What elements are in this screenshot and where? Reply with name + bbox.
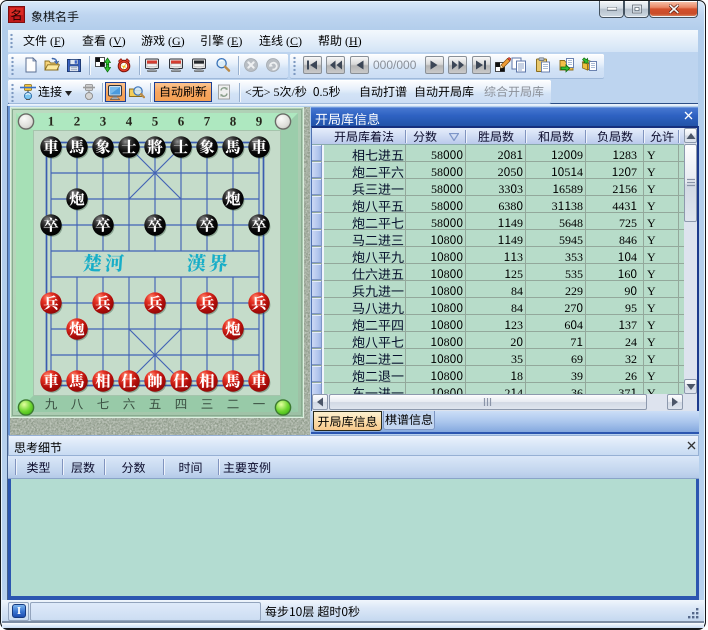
svg-text:六: 六: [123, 394, 136, 413]
svg-text:七: 七: [97, 394, 110, 413]
svg-text:馬: 馬: [225, 370, 240, 392]
svg-text:相: 相: [199, 370, 214, 392]
svg-text:仕: 仕: [121, 370, 137, 392]
svg-text:名: 名: [10, 7, 22, 24]
svg-text:八: 八: [71, 394, 84, 413]
svg-text:車: 車: [43, 136, 58, 158]
svg-text:1: 1: [48, 114, 55, 129]
svg-text:兵: 兵: [147, 292, 162, 314]
svg-text:卒: 卒: [43, 214, 59, 236]
svg-text:馬: 馬: [225, 136, 240, 158]
svg-text:士: 士: [173, 136, 188, 158]
svg-text:車: 車: [251, 136, 266, 158]
svg-text:炮: 炮: [225, 188, 241, 210]
svg-text:5: 5: [152, 114, 159, 129]
svg-text:仕: 仕: [173, 370, 189, 392]
svg-text:相: 相: [95, 370, 110, 392]
svg-text:車: 車: [43, 370, 58, 392]
svg-text:帥: 帥: [147, 370, 162, 392]
svg-text:炮: 炮: [225, 318, 241, 340]
svg-text:炮: 炮: [69, 188, 85, 210]
svg-text:漢界: 漢界: [186, 249, 232, 276]
svg-text:馬: 馬: [69, 370, 84, 392]
svg-text:兵: 兵: [43, 292, 58, 314]
svg-text:卒: 卒: [147, 214, 163, 236]
svg-text:卒: 卒: [251, 214, 267, 236]
svg-text:三: 三: [201, 394, 214, 413]
svg-text:士: 士: [121, 136, 136, 158]
svg-text:3: 3: [100, 114, 107, 129]
svg-text:兵: 兵: [251, 292, 266, 314]
svg-text:4: 4: [126, 114, 133, 129]
svg-text:九: 九: [45, 394, 58, 413]
svg-text:2: 2: [74, 114, 81, 129]
svg-text:卒: 卒: [95, 214, 111, 236]
svg-text:將: 將: [147, 136, 163, 158]
svg-text:9: 9: [256, 114, 263, 129]
svg-text:楚河: 楚河: [82, 249, 128, 276]
svg-text:7: 7: [204, 114, 211, 129]
svg-text:象: 象: [199, 136, 214, 158]
svg-text:一: 一: [253, 394, 266, 413]
svg-text:卒: 卒: [199, 214, 215, 236]
svg-text:炮: 炮: [69, 318, 85, 340]
svg-text:6: 6: [178, 114, 185, 129]
svg-text:車: 車: [251, 370, 266, 392]
svg-text:8: 8: [230, 114, 237, 129]
svg-text:兵: 兵: [95, 292, 110, 314]
svg-text:兵: 兵: [199, 292, 214, 314]
svg-text:四: 四: [175, 394, 188, 413]
svg-text:五: 五: [149, 394, 162, 413]
svg-text:象: 象: [95, 136, 110, 158]
svg-text:二: 二: [227, 394, 240, 413]
svg-text:馬: 馬: [69, 136, 84, 158]
